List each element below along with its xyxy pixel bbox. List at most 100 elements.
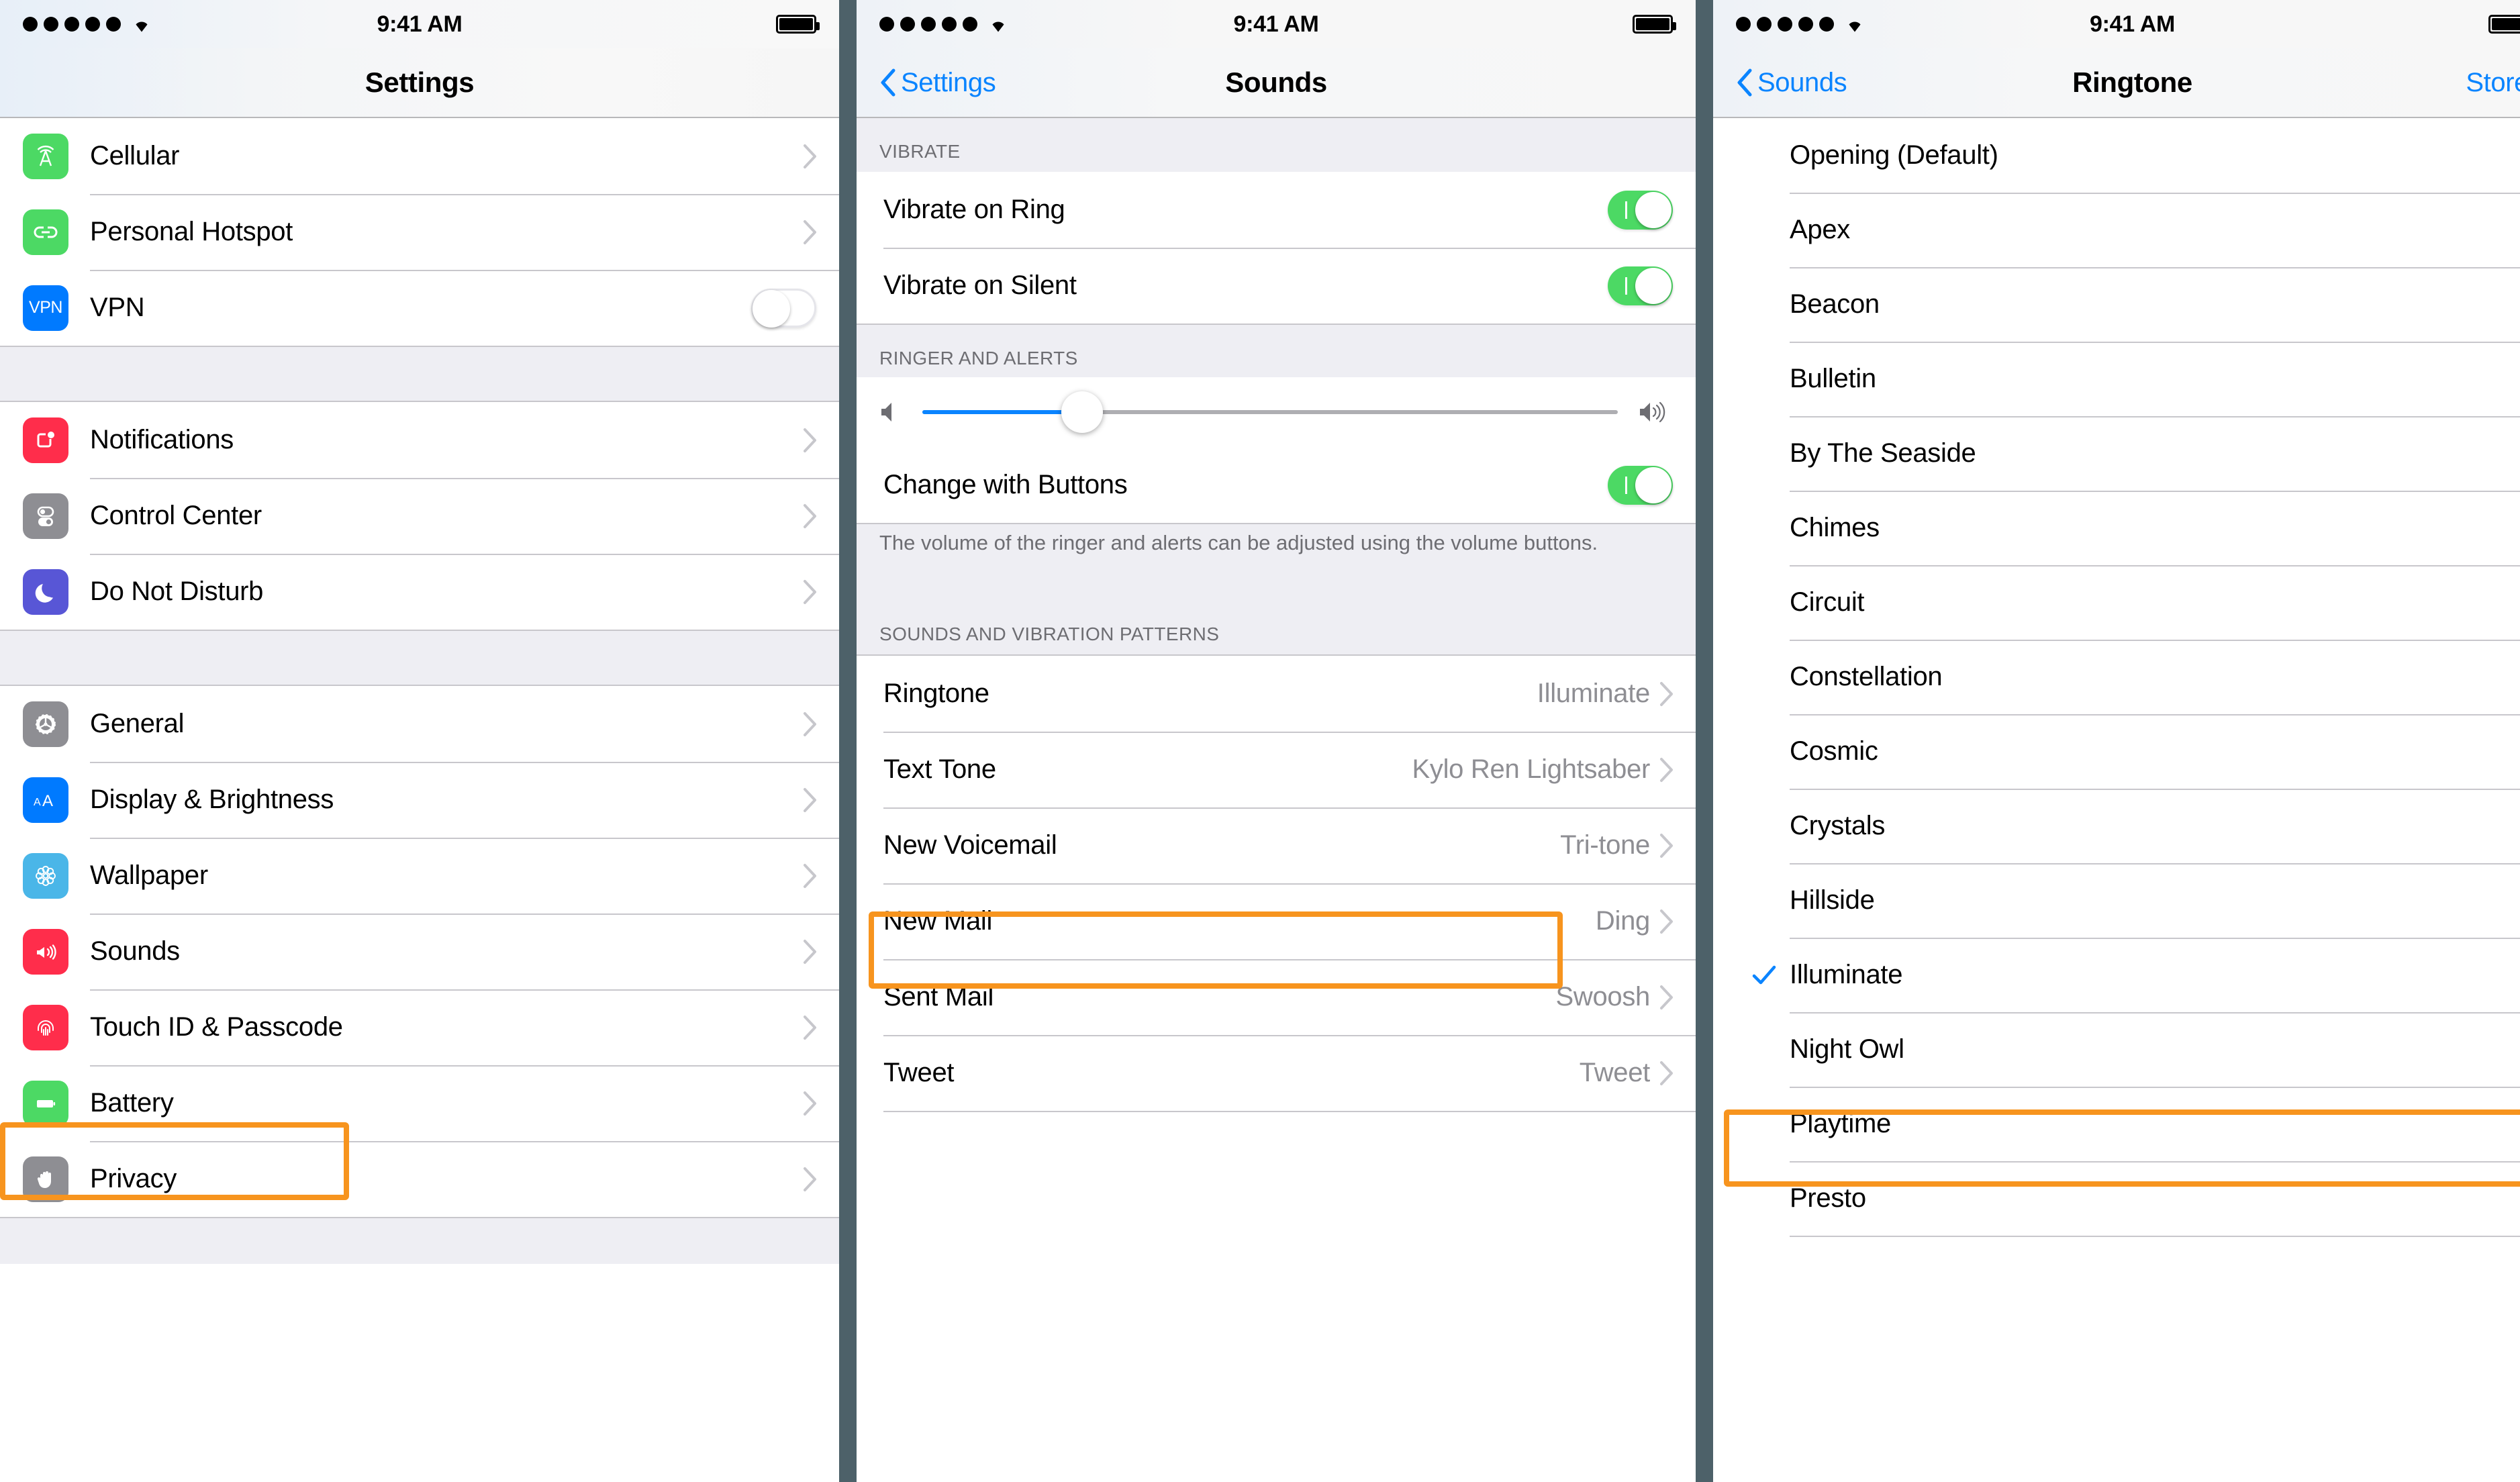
row-partially-visible[interactable] [857,1111,1696,1187]
ringtone-list[interactable]: Opening (Default) Apex Beacon Bulletin B… [1713,118,2520,1482]
row-label: Touch ID & Passcode [90,1012,343,1042]
list-item[interactable]: Constellation [1713,640,2520,714]
vpn-toggle[interactable] [751,288,816,328]
list-item[interactable]: Opening (Default) [1713,118,2520,193]
chevron-right-icon [803,219,818,245]
sidebar-item-vpn[interactable]: VPN VPN [0,270,839,346]
sidebar-item-cellular[interactable]: Cellular [0,118,839,194]
status-bar-container: 9:41 AM [1713,0,2520,48]
status-bar-right [776,15,820,34]
row-sent-mail[interactable]: Sent Mail Swoosh [857,959,1696,1035]
row-label: New Mail [883,906,993,936]
settings-navbar: Settings [0,48,839,118]
sidebar-item-control-center[interactable]: Control Center [0,478,839,554]
list-item[interactable]: Cosmic [1713,714,2520,789]
row-vibrate-on-ring[interactable]: Vibrate on Ring [857,172,1696,248]
ringtone-label: Crystals [1790,811,1886,840]
list-item[interactable]: Presto [1713,1161,2520,1236]
checkmark-icon [1751,962,1778,989]
ringtone-label: Presto [1790,1183,1866,1213]
ringtone-label: Cosmic [1790,736,1878,766]
list-item[interactable] [1713,1236,2520,1310]
sounds-navbar: Settings Sounds [857,48,1696,118]
hotspot-link-icon [23,209,68,255]
group-separator [0,346,839,402]
panel-divider [839,0,857,1482]
ringer-volume-slider-row[interactable] [857,377,1696,447]
list-item[interactable]: By The Seaside [1713,416,2520,491]
row-value: Illuminate [1537,679,1651,708]
chevron-right-icon [1659,909,1674,934]
row-change-with-buttons[interactable]: Change with Buttons [857,447,1696,523]
list-item[interactable]: Chimes [1713,491,2520,565]
sounds-screen: 9:41 AM Settings Sounds VIBRATE Vibrate … [857,0,1696,1482]
chevron-right-icon [803,787,818,813]
sound-patterns-group: Ringtone Illuminate Text Tone Kylo Ren L… [857,656,1696,1187]
store-button[interactable]: Store [2466,68,2520,98]
battery-full-icon [1633,15,1676,34]
sidebar-item-battery[interactable]: Battery [0,1065,839,1141]
row-label: Tweet [883,1058,955,1087]
row-tweet[interactable]: Tweet Tweet [857,1035,1696,1111]
list-item[interactable]: Circuit [1713,565,2520,640]
ringtone-navbar: Sounds Ringtone Store [1713,48,2520,118]
row-new-mail[interactable]: New Mail Ding [857,883,1696,959]
sidebar-item-privacy[interactable]: Privacy [0,1141,839,1217]
sidebar-item-personal-hotspot[interactable]: Personal Hotspot [0,194,839,270]
list-item[interactable]: Crystals [1713,789,2520,863]
status-bar-container: 9:41 AM [0,0,839,48]
sidebar-item-sounds[interactable]: Sounds [0,913,839,989]
row-text-tone[interactable]: Text Tone Kylo Ren Lightsaber [857,732,1696,807]
vpn-icon-label: VPN [29,298,62,317]
back-button-label: Settings [901,67,996,97]
ringtone-label: Hillside [1790,885,1875,915]
ringtone-label: Chimes [1790,513,1880,542]
status-bar-container: 9:41 AM [857,0,1696,48]
vibrate-on-silent-toggle[interactable] [1608,266,1673,305]
sidebar-item-notifications[interactable]: Notifications [0,402,839,478]
settings-list[interactable]: Cellular Personal Hotspot VPN VPN Notifi… [0,118,839,1482]
status-bar: 9:41 AM [0,0,839,48]
ringtone-label: Playtime [1790,1109,1891,1138]
moon-icon [23,569,68,615]
row-label: New Voicemail [883,830,1057,860]
change-with-buttons-toggle[interactable] [1608,465,1673,505]
section-header-vibrate-block: VIBRATE [857,118,1696,172]
chevron-right-icon [803,1167,818,1192]
back-button-settings[interactable]: Settings [879,68,996,98]
list-item[interactable]: Apex [1713,193,2520,267]
back-button-sounds[interactable]: Sounds [1736,68,1847,98]
list-item[interactable]: Beacon [1713,267,2520,342]
row-label: Notifications [90,425,234,454]
section-footer-ringer: The volume of the ringer and alerts can … [857,524,1696,556]
list-item[interactable]: Night Owl [1713,1012,2520,1087]
row-ringtone[interactable]: Ringtone Illuminate [857,656,1696,732]
list-item[interactable]: Playtime [1713,1087,2520,1161]
sidebar-item-display-brightness[interactable]: AA Display & Brightness [0,762,839,838]
list-item[interactable]: Hillside [1713,863,2520,938]
sidebar-item-general[interactable]: General [0,686,839,762]
row-label: Vibrate on Ring [883,195,1065,224]
section-header-vibrate: VIBRATE [857,118,1696,172]
status-bar-time: 9:41 AM [377,11,463,37]
row-label: Vibrate on Silent [883,270,1077,300]
sidebar-item-touch-id-passcode[interactable]: Touch ID & Passcode [0,989,839,1065]
chevron-right-icon [803,428,818,453]
list-item-selected[interactable]: Illuminate [1713,938,2520,1012]
sidebar-item-do-not-disturb[interactable]: Do Not Disturb [0,554,839,630]
row-value: Tri-tone [1560,830,1650,860]
section-header-sounds-and-vibration-patterns: SOUNDS AND VIBRATION PATTERNS [857,617,1220,654]
row-label: Display & Brightness [90,785,334,814]
sounds-list[interactable]: VIBRATE Vibrate on Ring Vibrate on Silen… [857,118,1696,1482]
ringer-volume-slider[interactable] [922,391,1618,433]
sidebar-item-wallpaper[interactable]: Wallpaper [0,838,839,913]
panel-divider [1696,0,1713,1482]
vibrate-on-ring-toggle[interactable] [1608,190,1673,230]
svg-text:A: A [42,792,53,810]
list-item[interactable]: Bulletin [1713,342,2520,416]
row-label: Sent Mail [883,982,994,1011]
chevron-right-icon [1659,833,1674,858]
row-new-voicemail[interactable]: New Voicemail Tri-tone [857,807,1696,883]
chevron-right-icon [1659,757,1674,783]
row-vibrate-on-silent[interactable]: Vibrate on Silent [857,248,1696,324]
